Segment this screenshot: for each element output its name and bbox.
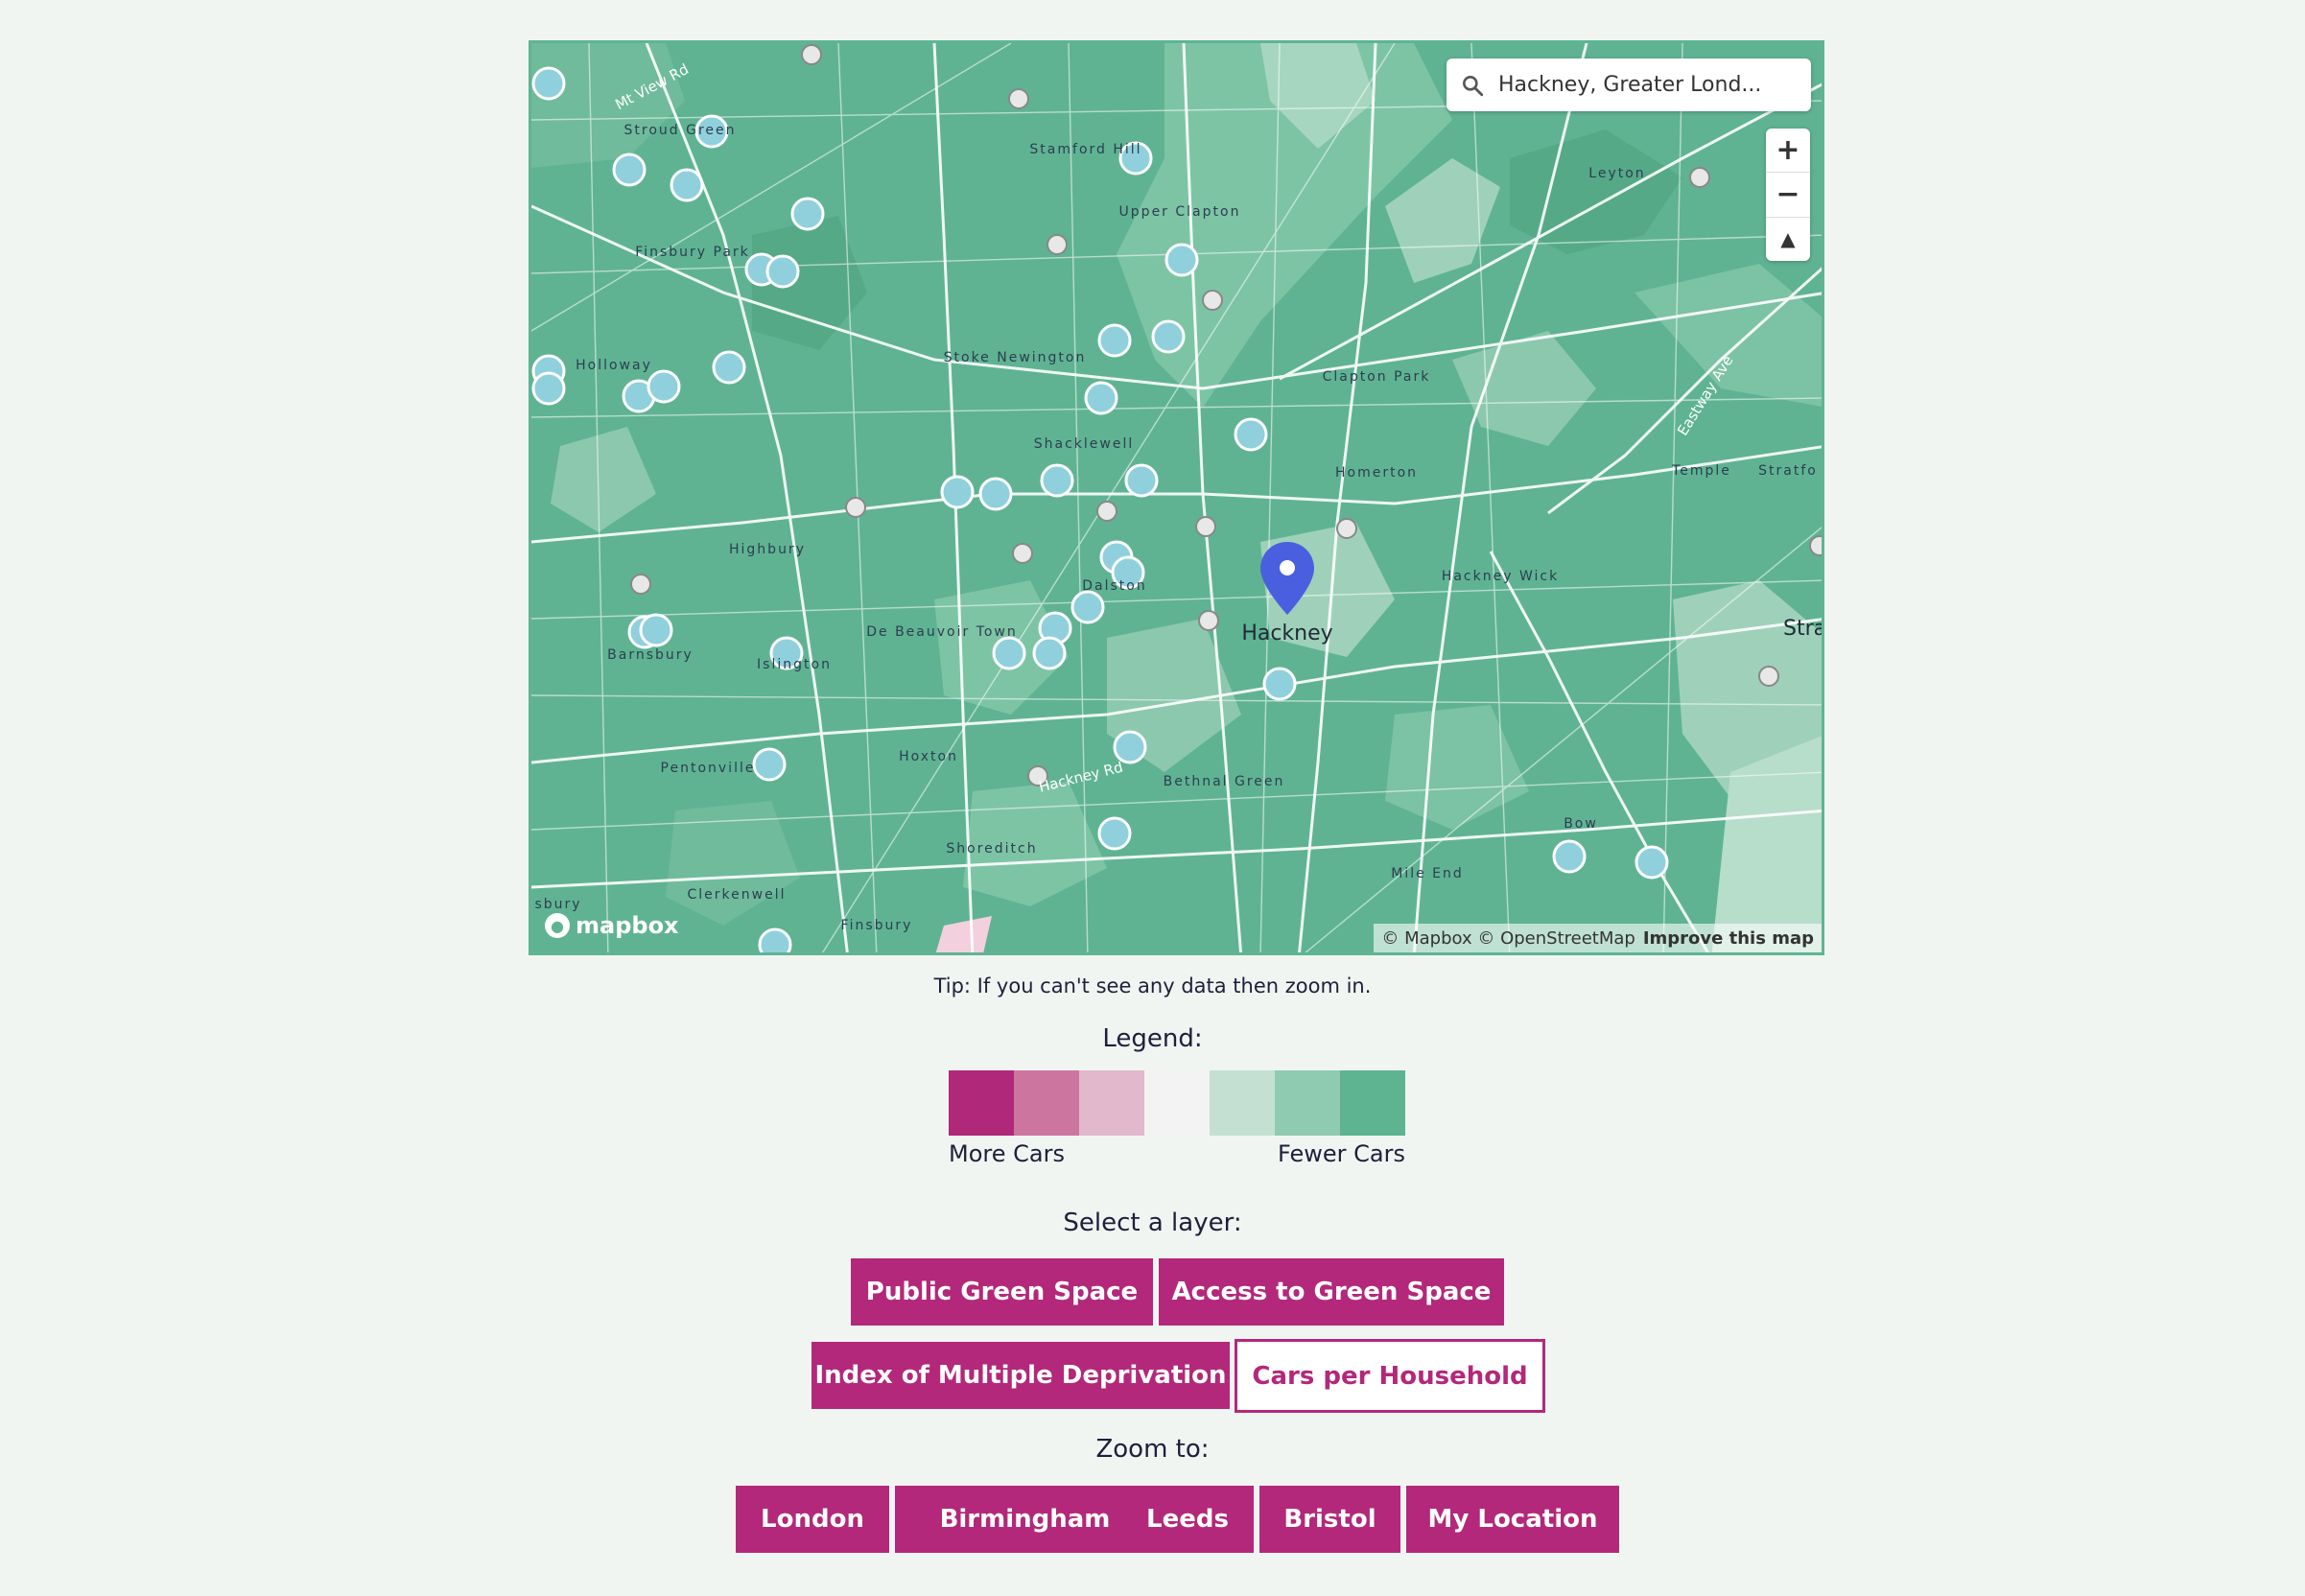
- mapbox-icon: ●: [545, 913, 570, 938]
- legend-swatch: [949, 1070, 1014, 1136]
- zoom-controls: + − ▲: [1766, 129, 1810, 261]
- mapbox-logo[interactable]: ● mapbox: [545, 912, 679, 939]
- improve-map-link[interactable]: Improve this map: [1643, 928, 1814, 949]
- place-label: sbury: [534, 897, 581, 912]
- place-label: Hackney Wick: [1442, 569, 1559, 584]
- tip-text: Tip: If you can't see any data then zoom…: [933, 974, 1372, 998]
- attribution-text[interactable]: © Mapbox © OpenStreetMap: [1381, 928, 1635, 949]
- zoom-out-button[interactable]: −: [1766, 173, 1810, 218]
- layer-select-title: Select a layer:: [1063, 1209, 1242, 1237]
- place-label: Finsbury: [841, 918, 913, 933]
- zoom-button-my-location[interactable]: My Location: [1406, 1486, 1619, 1553]
- place-label: Shoreditch: [946, 841, 1037, 857]
- place-label: Bow: [1564, 816, 1598, 832]
- zoom-button-leeds[interactable]: Leeds: [1121, 1486, 1254, 1553]
- legend-swatch: [1014, 1070, 1079, 1136]
- place-label: Pentonville: [661, 761, 756, 776]
- legend-color-scale: [949, 1070, 1405, 1136]
- legend-swatch: [1079, 1070, 1144, 1136]
- zoom-button-london[interactable]: London: [736, 1486, 889, 1553]
- layer-button-public-green-space[interactable]: Public Green Space: [851, 1258, 1153, 1326]
- place-label: Mile End: [1391, 866, 1464, 881]
- place-label: Upper Clapton: [1119, 204, 1241, 220]
- place-label: Leyton: [1588, 166, 1645, 181]
- place-label: Stroud Green: [624, 123, 737, 138]
- place-label: Holloway: [576, 358, 652, 373]
- place-label: Stamford Hill: [1029, 142, 1141, 157]
- legend-low-label: More Cars: [949, 1140, 1065, 1167]
- legend-high-label: Fewer Cars: [1278, 1140, 1405, 1167]
- place-label: Islington: [757, 657, 832, 672]
- marker-label: Hackney: [1241, 622, 1332, 645]
- place-label: Shacklewell: [1034, 436, 1135, 452]
- place-label: Dalston: [1082, 578, 1146, 594]
- zoom-to-title: Zoom to:: [1095, 1435, 1210, 1464]
- map-canvas[interactable]: Stroud Green Stamford Hill Upper Clapton…: [531, 43, 1824, 955]
- map-attribution: © Mapbox © OpenStreetMap Improve this ma…: [1374, 924, 1822, 952]
- compass-button[interactable]: ▲: [1766, 218, 1810, 261]
- legend-swatch: [1275, 1070, 1340, 1136]
- place-label: Bethnal Green: [1164, 774, 1285, 789]
- place-label: Temple: [1671, 463, 1731, 479]
- place-label: Highbury: [729, 542, 806, 557]
- legend-swatch: [1210, 1070, 1275, 1136]
- zoom-button-bristol[interactable]: Bristol: [1259, 1486, 1400, 1553]
- map-search[interactable]: Hackney, Greater Lond...: [1447, 59, 1811, 111]
- legend-swatch: [1340, 1070, 1405, 1136]
- place-label: Clapton Park: [1323, 369, 1431, 385]
- place-label: Stratfo: [1758, 463, 1818, 479]
- zoom-button-birmingham[interactable]: Birmingham: [895, 1486, 1155, 1553]
- legend-title: Legend:: [1102, 1024, 1203, 1053]
- place-label: De Beauvoir Town: [866, 624, 1018, 640]
- search-input[interactable]: Hackney, Greater Lond...: [1498, 73, 1786, 97]
- place-label: Stoke Newington: [944, 350, 1087, 365]
- place-label: Stratford: [1783, 617, 1824, 641]
- place-label: Homerton: [1335, 465, 1418, 481]
- place-label: Finsbury Park: [635, 245, 750, 260]
- zoom-in-button[interactable]: +: [1766, 129, 1810, 174]
- layer-button-access-to-green-space[interactable]: Access to Green Space: [1159, 1258, 1504, 1326]
- layer-button-cars-per-household[interactable]: Cars per Household: [1235, 1339, 1545, 1413]
- map-view[interactable]: Stroud Green Stamford Hill Upper Clapton…: [529, 40, 1824, 955]
- place-label: Hoxton: [899, 749, 958, 764]
- layer-button-index-of-multiple-deprivation[interactable]: Index of Multiple Deprivation: [811, 1342, 1230, 1409]
- search-icon: [1463, 75, 1484, 96]
- place-label: Barnsbury: [607, 647, 694, 663]
- legend-swatch: [1144, 1070, 1210, 1136]
- place-label: Clerkenwell: [688, 887, 787, 903]
